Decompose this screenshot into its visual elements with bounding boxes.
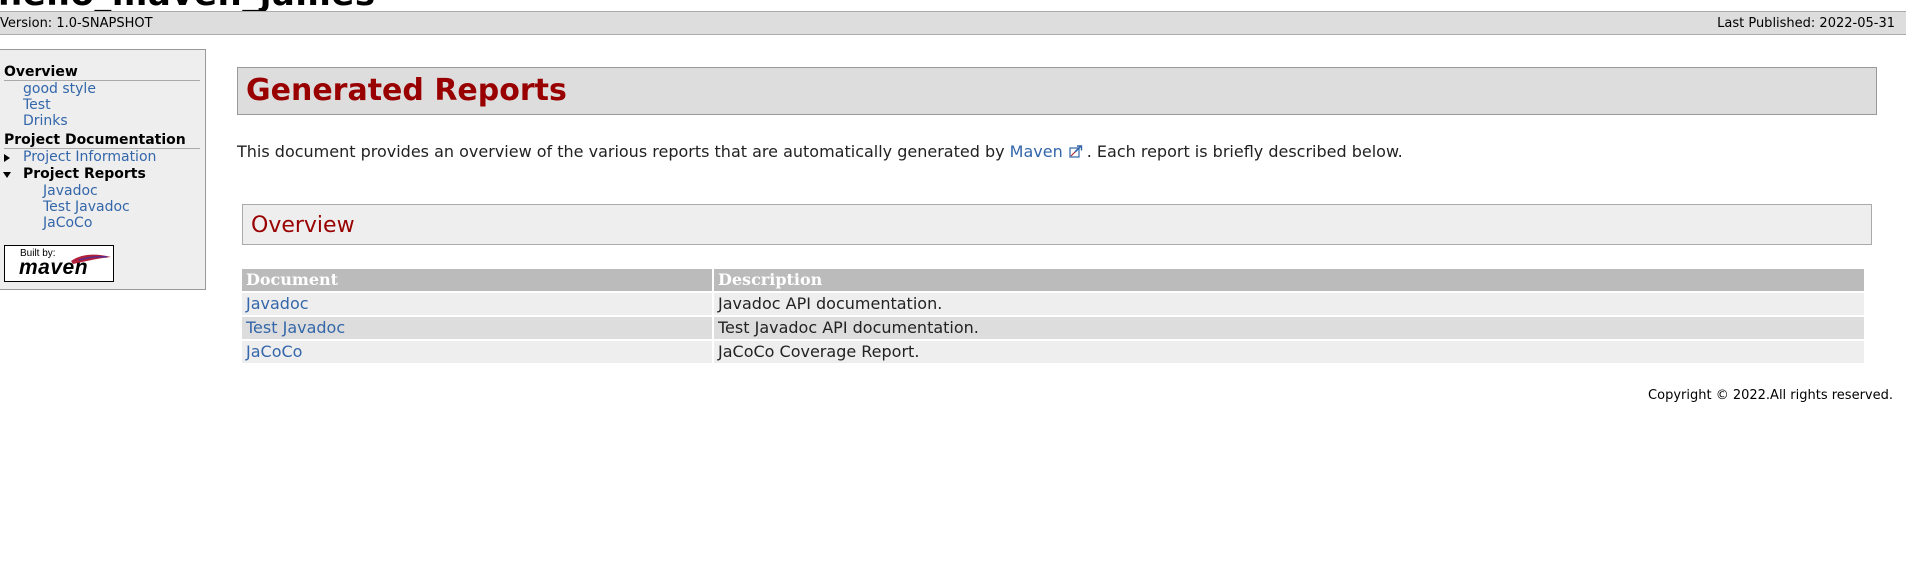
nav-link-test[interactable]: Test	[23, 97, 51, 113]
nav-item-project-reports: Project Reports	[23, 166, 146, 182]
nav-link-drinks[interactable]: Drinks	[23, 113, 68, 129]
nav-link-javadoc[interactable]: Javadoc	[43, 183, 98, 199]
report-link-javadoc[interactable]: Javadoc	[242, 293, 712, 315]
triangle-right-icon[interactable]	[4, 154, 10, 162]
overview-section: Overview	[242, 204, 1872, 245]
table-row: Javadoc Javadoc API documentation.	[242, 293, 1864, 315]
nav-link-test-javadoc[interactable]: Test Javadoc	[43, 199, 130, 215]
overview-heading: Overview	[251, 213, 355, 238]
external-link-icon[interactable]	[1069, 145, 1083, 158]
left-navigation: Overview good style Test Drinks Project …	[0, 49, 206, 290]
column-header-description: Description	[714, 269, 1864, 291]
nav-heading-project-documentation: Project Documentation	[4, 132, 200, 149]
intro-paragraph: This document provides an overview of th…	[237, 142, 1403, 161]
built-by-maven-badge[interactable]: Built by: maven	[4, 245, 114, 282]
table-row: JaCoCo JaCoCo Coverage Report.	[242, 341, 1864, 363]
nav-heading-overview: Overview	[4, 64, 200, 81]
report-description: JaCoCo Coverage Report.	[714, 341, 1864, 363]
intro-text-after: . Each report is briefly described below…	[1086, 142, 1403, 161]
triangle-down-icon[interactable]	[3, 172, 11, 178]
version-label: Version: 1.0-SNAPSHOT	[0, 16, 153, 31]
breadcrumbs-bar: Version: 1.0-SNAPSHOT Last Published: 20…	[0, 11, 1906, 35]
last-published-label: Last Published: 2022-05-31	[1717, 16, 1895, 31]
nav-link-jacoco[interactable]: JaCoCo	[43, 215, 92, 231]
table-header-row: Document Description	[242, 269, 1864, 291]
reports-table: Document Description Javadoc Javadoc API…	[240, 267, 1866, 365]
table-row: Test Javadoc Test Javadoc API documentat…	[242, 317, 1864, 339]
nav-link-good-style[interactable]: good style	[23, 81, 96, 97]
copyright-footer: Copyright © 2022.All rights reserved.	[1648, 388, 1893, 403]
maven-external-link[interactable]: Maven	[1010, 142, 1063, 161]
report-link-test-javadoc[interactable]: Test Javadoc	[242, 317, 712, 339]
report-link-jacoco[interactable]: JaCoCo	[242, 341, 712, 363]
report-description: Javadoc API documentation.	[714, 293, 1864, 315]
page-title: Generated Reports	[246, 73, 567, 108]
column-header-document: Document	[242, 269, 712, 291]
nav-link-project-information[interactable]: Project Information	[23, 149, 156, 165]
intro-text-before: This document provides an overview of th…	[237, 142, 1010, 161]
report-description: Test Javadoc API documentation.	[714, 317, 1864, 339]
generated-reports-section: Generated Reports	[237, 67, 1877, 115]
maven-feather-icon	[71, 254, 111, 264]
